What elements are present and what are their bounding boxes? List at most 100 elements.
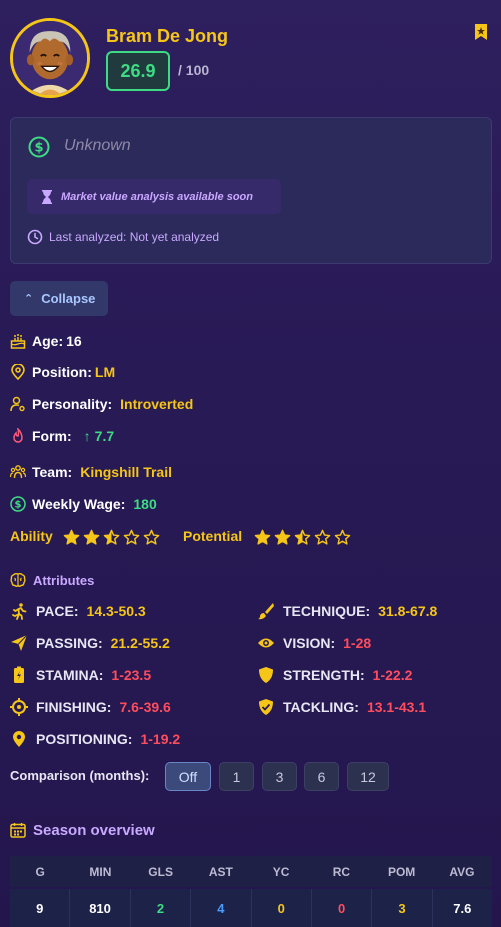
info-age: Age: 16 [10, 331, 82, 351]
age-label: Age: [32, 333, 64, 349]
wage-label: Weekly Wage: [32, 496, 126, 512]
comparison-3-button[interactable]: 3 [262, 762, 297, 791]
brain-icon [10, 572, 26, 587]
star-empty-icon [123, 529, 140, 545]
running-icon [10, 602, 28, 620]
team-label: Team: [32, 464, 73, 480]
collapse-label: Collapse [41, 291, 96, 306]
attribute-label: STRENGTH: [283, 667, 365, 683]
attribute-value: 13.1-43.1 [366, 699, 427, 715]
send-icon [10, 634, 28, 652]
wage-value: 180 [133, 496, 157, 512]
attribute-label: PASSING: [36, 635, 103, 651]
user-cog-icon [10, 396, 25, 412]
collapse-button[interactable]: ⌃ Collapse [10, 281, 108, 316]
chevron-up-icon: ⌃ [24, 293, 34, 305]
stat-value-g: 9 [10, 889, 71, 927]
star-empty-icon [334, 529, 351, 545]
stat-header-ast: AST [208, 864, 233, 879]
stat-header-pom: POM [387, 864, 416, 879]
ability-stars [63, 529, 160, 546]
attribute-value: 1-22.2 [372, 667, 413, 683]
stat-value-gls: 2 [131, 889, 192, 927]
attribute-label: VISION: [283, 635, 336, 651]
personality-value: Introverted [120, 396, 194, 412]
position-label: Position: [32, 364, 92, 380]
overall-rating: 26.9 [106, 51, 170, 91]
star-empty-icon [314, 529, 331, 545]
stat-value-avg: 7.6 [453, 900, 472, 916]
season-stats-row: 9 810 2 4 0 0 3 7.6 [10, 889, 492, 927]
season-overview-title: Season overview [33, 822, 155, 839]
attribute-label: FINISHING: [36, 699, 112, 715]
cake-icon [10, 334, 26, 349]
star-half-icon [103, 529, 120, 545]
team-icon [10, 465, 26, 479]
market-value: Unknown [64, 137, 131, 154]
attribute-value: 1-19.2 [140, 731, 181, 747]
attribute-stamina: STAMINA: 1-23.5 [10, 665, 151, 685]
attribute-value: 7.6-39.6 [119, 699, 171, 715]
info-wage: $ Weekly Wage: 180 [10, 494, 157, 514]
location-pin-icon [11, 364, 25, 380]
dollar-circle-icon: $ [10, 496, 26, 512]
stat-header-rc: RC [332, 864, 351, 879]
hourglass-icon [42, 190, 52, 204]
team-value[interactable]: Kingshill Trail [80, 464, 172, 480]
stat-value-min: 810 [70, 889, 131, 927]
star-full-icon [63, 529, 80, 545]
comparison-12-button[interactable]: 12 [347, 762, 389, 791]
comparison-6-button[interactable]: 6 [304, 762, 339, 791]
stat-value-ast: 4 [191, 889, 252, 927]
battery-icon [10, 666, 28, 684]
age-value: 16 [66, 333, 82, 349]
attribute-label: TECHNIQUE: [283, 603, 371, 619]
attribute-passing: PASSING: 21.2-55.2 [10, 633, 170, 653]
clock-icon [27, 229, 43, 245]
calendar-icon [10, 823, 26, 838]
personality-label: Personality: [32, 396, 113, 412]
info-form: Form: ↑ 7.7 [10, 426, 114, 446]
ability-label: Ability [10, 528, 53, 544]
stat-header-gls: GLS [148, 864, 173, 879]
stat-value-yc: 0 [252, 889, 312, 927]
stat-header-min: MIN [89, 864, 112, 879]
crosshair-icon [10, 698, 28, 716]
attribute-finishing: FINISHING: 7.6-39.6 [10, 697, 171, 717]
info-position: Position: LM [10, 362, 115, 382]
bookmark-icon[interactable] [474, 24, 488, 40]
position-value: LM [94, 364, 116, 380]
market-soon-text: Market value analysis available soon [61, 191, 253, 203]
stat-header-g: G [35, 864, 45, 879]
attribute-label: TACKLING: [283, 699, 359, 715]
star-full-icon [83, 529, 100, 545]
attribute-strength: STRENGTH: 1-22.2 [257, 665, 412, 685]
form-value: 7.7 [94, 428, 115, 444]
info-team: Team: Kingshill Trail [10, 462, 172, 482]
attribute-technique: TECHNIQUE: 31.8-67.8 [257, 601, 437, 621]
attribute-positioning: POSITIONING: 1-19.2 [10, 729, 180, 749]
stat-header-yc: YC [272, 864, 290, 879]
star-full-icon [274, 529, 291, 545]
eye-icon [257, 634, 275, 652]
attribute-pace: PACE: 14.3-50.3 [10, 601, 146, 621]
last-analyzed: Last analyzed: Not yet analyzed [49, 230, 220, 244]
potential-stars [254, 529, 351, 546]
shield-check-icon [257, 698, 275, 716]
attribute-label: STAMINA: [36, 667, 104, 683]
comparison-1-button[interactable]: 1 [219, 762, 254, 791]
brush-icon [257, 602, 275, 620]
avatar-face-icon [13, 21, 87, 95]
star-full-icon [254, 529, 271, 545]
flame-icon [13, 428, 23, 443]
form-label: Form: [32, 428, 72, 444]
svg-text:$: $ [34, 141, 43, 156]
stat-header-avg: AVG [449, 864, 475, 879]
star-empty-icon [143, 529, 160, 545]
star-half-icon [294, 529, 311, 545]
player-avatar [10, 18, 90, 98]
comparison-off-button[interactable]: Off [165, 762, 211, 791]
season-stats-header: G MIN GLS AST YC RC POM AVG [10, 856, 492, 887]
stat-value-pom: 3 [372, 889, 433, 927]
potential-label: Potential [183, 528, 243, 544]
